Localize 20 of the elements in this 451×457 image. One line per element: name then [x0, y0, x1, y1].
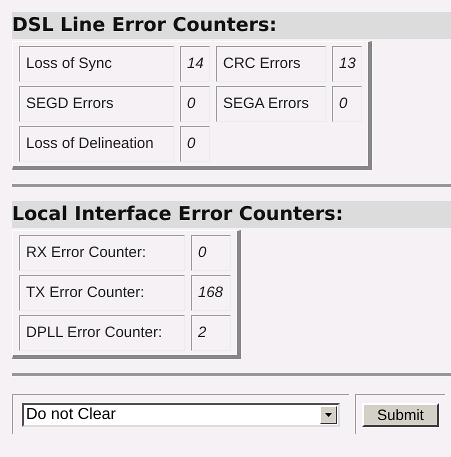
counter-value: 14	[180, 46, 210, 82]
counter-value: 13	[332, 46, 362, 82]
counter-value: 0	[180, 126, 210, 162]
counter-value: 2	[191, 315, 231, 351]
counter-label: Loss of Delineation	[19, 126, 174, 162]
counter-value: 0	[180, 86, 210, 122]
counter-label: DPLL Error Counter:	[19, 315, 185, 351]
section-title: Local Interface Error Counters:	[12, 205, 344, 224]
counter-label: CRC Errors	[216, 46, 326, 82]
counter-label: Loss of Sync	[19, 46, 174, 82]
counter-value: 0	[191, 235, 231, 271]
counter-value: 168	[191, 275, 231, 311]
counter-value: 0	[332, 86, 362, 122]
clear-select[interactable]: Do not Clear	[22, 402, 340, 426]
counter-label: SEGA Errors	[216, 86, 326, 122]
counter-label: RX Error Counter:	[19, 235, 185, 271]
counter-label: SEGD Errors	[19, 86, 174, 122]
section-title: DSL Line Error Counters:	[12, 16, 277, 35]
submit-button[interactable]: Submit	[362, 402, 439, 426]
counter-label: TX Error Counter:	[19, 275, 185, 311]
